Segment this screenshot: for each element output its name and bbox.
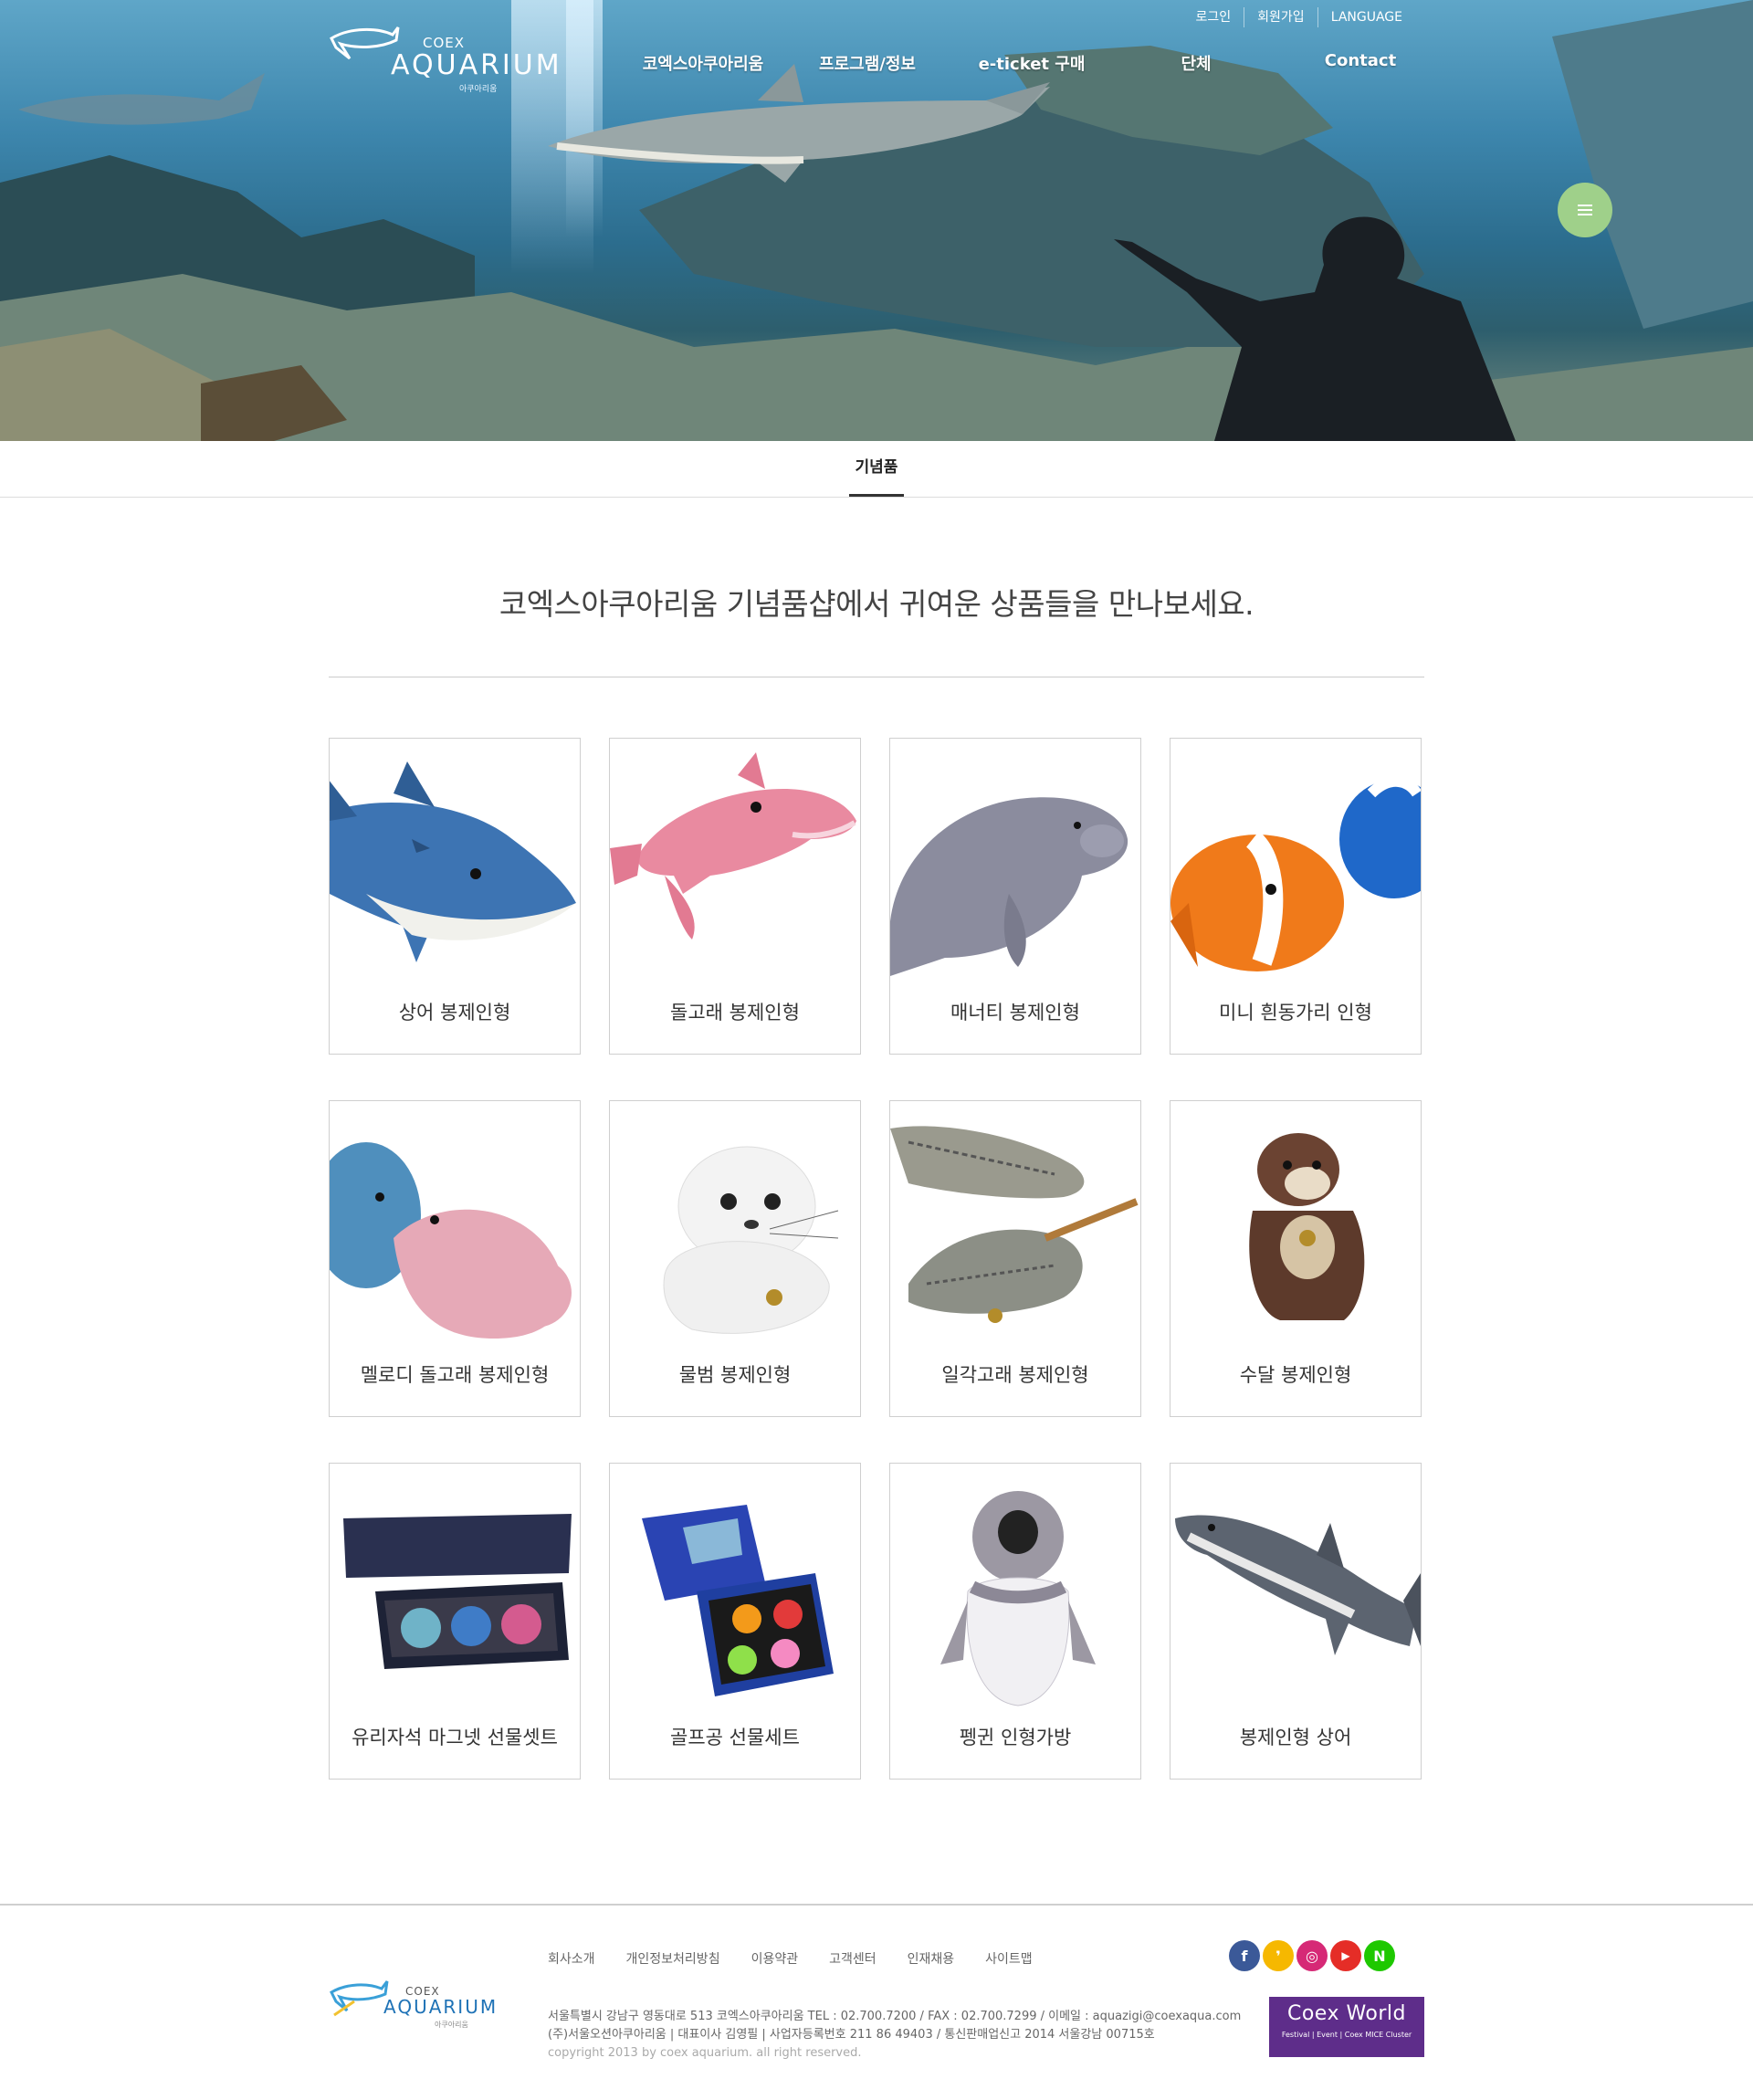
- footer-info: 서울특별시 강남구 영동대로 513 코엑스아쿠아리움 TEL : 02.700…: [548, 2008, 1241, 2063]
- product-card[interactable]: 물범 봉제인형: [609, 1100, 861, 1417]
- product-label: 물범 봉제인형: [678, 1364, 792, 1386]
- shark-plush-grey-icon: [1175, 1515, 1421, 1655]
- product-label: 수달 봉제인형: [1239, 1364, 1352, 1386]
- footer-link-terms[interactable]: 이용약관: [751, 1949, 799, 1968]
- sns-links: f ❜ ◎ ▶ N: [1229, 1940, 1395, 1971]
- dolphin-plush-icon: [610, 752, 856, 940]
- narwhal-plush-icon: [890, 1126, 1139, 1323]
- coexworld-title: Coex World: [1286, 2002, 1407, 2025]
- product-card[interactable]: 골프공 선물세트: [609, 1463, 861, 1780]
- shark-plush-icon: [330, 761, 576, 962]
- product-label: 골프공 선물세트: [670, 1727, 800, 1748]
- footer-link-company[interactable]: 회사소개: [548, 1949, 595, 1968]
- nav-item-eticket[interactable]: e-ticket 구매: [950, 51, 1114, 75]
- product-label: 매너티 봉제인형: [950, 1002, 1080, 1024]
- shark-logo-icon: [330, 1980, 389, 2017]
- kakaostory-icon[interactable]: ❜: [1263, 1940, 1294, 1971]
- product-label: 상어 봉제인형: [398, 1002, 511, 1024]
- footer-copyright: copyright 2013 by coex aquarium. all rig…: [548, 2046, 862, 2060]
- product-card[interactable]: 돌고래 봉제인형: [609, 738, 861, 1055]
- login-link[interactable]: 로그인: [1183, 7, 1244, 27]
- nav-item-aquarium[interactable]: 코엑스아쿠아리움: [621, 51, 785, 75]
- coexworld-subtitle: Festival | Event | Coex MICE Cluster: [1281, 2031, 1412, 2039]
- footer-link-sitemap[interactable]: 사이트맵: [985, 1949, 1033, 1968]
- hamburger-menu-button[interactable]: [1558, 183, 1612, 237]
- product-label: 멜로디 돌고래 봉제인형: [360, 1364, 550, 1386]
- product-card[interactable]: 봉제인형 상어: [1170, 1463, 1422, 1780]
- product-card[interactable]: 멜로디 돌고래 봉제인형: [329, 1100, 581, 1417]
- footer-links: 회사소개 개인정보처리방침 이용약관 고객센터 인재채용 사이트맵: [548, 1949, 1033, 1968]
- hamburger-icon: [1578, 202, 1592, 218]
- facebook-icon[interactable]: f: [1229, 1940, 1260, 1971]
- shark-logo-icon: [330, 26, 400, 60]
- product-label: 미니 흰동가리 인형: [1219, 1002, 1372, 1024]
- footer-link-careers[interactable]: 인재채용: [908, 1949, 955, 1968]
- page-intro-text: 코엑스아쿠아리움 기념품샵에서 귀여운 상품들을 만나보세요.: [499, 586, 1254, 622]
- footer-link-privacy[interactable]: 개인정보처리방침: [626, 1949, 720, 1968]
- naver-icon[interactable]: N: [1364, 1940, 1395, 1971]
- penguin-bag-icon: [940, 1491, 1096, 1706]
- product-label: 펭귄 인형가방: [959, 1727, 1072, 1748]
- instagram-icon[interactable]: ◎: [1296, 1940, 1328, 1971]
- melody-dolphin-plush-icon: [330, 1142, 572, 1339]
- hero-banner: COEX AQUARIUM 아쿠아리움 로그인 회원가입 LANGUAGE 코엑…: [0, 0, 1753, 441]
- logo-sub-text: 아쿠아리움: [459, 85, 498, 94]
- product-card[interactable]: 매너티 봉제인형: [889, 738, 1141, 1055]
- manatee-plush-icon: [890, 797, 1128, 976]
- otter-plush-icon: [1249, 1133, 1365, 1320]
- product-card[interactable]: 상어 봉제인형: [329, 738, 581, 1055]
- site-logo[interactable]: COEX AQUARIUM 아쿠아리움: [327, 13, 560, 95]
- utility-links: 로그인 회원가입 LANGUAGE: [1183, 7, 1415, 27]
- nav-item-contact[interactable]: Contact: [1278, 51, 1443, 75]
- product-card[interactable]: 일각고래 봉제인형: [889, 1100, 1141, 1417]
- footer-link-support[interactable]: 고객센터: [829, 1949, 876, 1968]
- youtube-icon[interactable]: ▶: [1330, 1940, 1361, 1971]
- footer-logo-sub: 아쿠아리움: [435, 2021, 468, 2029]
- golfball-set-icon: [642, 1505, 834, 1696]
- product-card[interactable]: 미니 흰동가리 인형: [1170, 738, 1422, 1055]
- product-label: 봉제인형 상어: [1239, 1727, 1352, 1748]
- logo-aquarium-text: AQUARIUM: [391, 49, 562, 81]
- magnet-set-icon: [343, 1514, 572, 1669]
- footer-logo[interactable]: COEX AQUARIUM 아쿠아리움: [327, 1974, 509, 2038]
- footer-company: (주)서울오션아쿠아리움 | 대표이사 김영필 | 사업자등록번호 211 86…: [548, 2028, 1155, 2042]
- product-label: 돌고래 봉제인형: [670, 1002, 800, 1024]
- language-link[interactable]: LANGUAGE: [1317, 7, 1415, 27]
- footer-address: 서울특별시 강남구 영동대로 513 코엑스아쿠아리움 TEL : 02.700…: [548, 2010, 1242, 2023]
- clownfish-plush-icon: [1170, 775, 1421, 971]
- product-grid: 상어 봉제인형 돌고래 봉제인형 매너티 봉제인형 미니 흰동가리 인형 멜로디…: [329, 738, 1424, 1780]
- product-card[interactable]: 펭귄 인형가방: [889, 1463, 1141, 1780]
- coexworld-banner[interactable]: Coex World Festival | Event | Coex MICE …: [1269, 1997, 1424, 2057]
- sub-tab-bar: 기념품: [0, 441, 1753, 498]
- signup-link[interactable]: 회원가입: [1244, 7, 1317, 27]
- tab-souvenir[interactable]: 기념품: [849, 441, 904, 497]
- seal-plush-icon: [663, 1146, 839, 1334]
- main-nav: 코엑스아쿠아리움 프로그램/정보 e-ticket 구매 단체 Contact: [621, 51, 1443, 75]
- nav-item-group[interactable]: 단체: [1114, 51, 1278, 75]
- product-card[interactable]: 유리자석 마그넷 선물셋트: [329, 1463, 581, 1780]
- product-label: 일각고래 봉제인형: [941, 1364, 1089, 1386]
- product-card[interactable]: 수달 봉제인형: [1170, 1100, 1422, 1417]
- product-label: 유리자석 마그넷 선물셋트: [352, 1727, 558, 1748]
- site-footer: COEX AQUARIUM 아쿠아리움 회사소개 개인정보처리방침 이용약관 고…: [0, 1904, 1753, 2100]
- footer-logo-aquarium: AQUARIUM: [383, 1996, 499, 2018]
- nav-item-program[interactable]: 프로그램/정보: [785, 51, 950, 75]
